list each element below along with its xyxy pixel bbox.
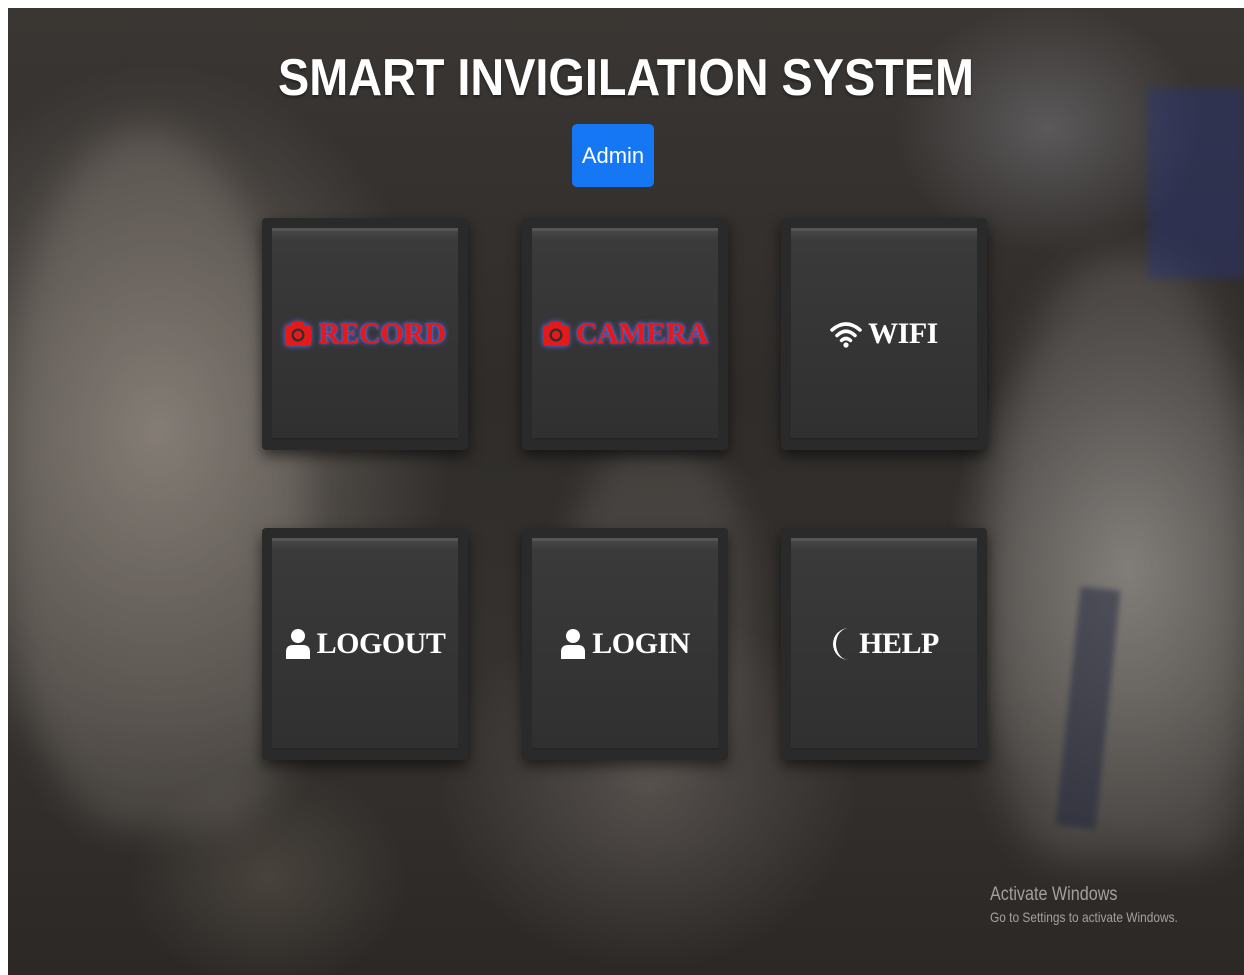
activate-windows-watermark: Activate Windows Go to Settings to activ… — [990, 884, 1211, 925]
wifi-tile[interactable]: WIFI — [781, 218, 987, 450]
tile-face: LOGOUT — [272, 538, 458, 750]
camera-label: CAMERA — [576, 317, 709, 350]
camera-tile[interactable]: CAMERA — [522, 218, 728, 450]
camera-icon — [542, 320, 570, 348]
background-photo-region — [1148, 88, 1244, 278]
help-tile[interactable]: HELP — [781, 528, 987, 760]
help-label-group: HELP — [829, 627, 939, 661]
admin-button[interactable]: Admin — [572, 124, 654, 187]
wifi-icon — [830, 320, 862, 348]
tile-face: CAMERA — [532, 228, 718, 440]
page-title: SMART INVIGILATION SYSTEM — [278, 49, 974, 107]
logout-tile[interactable]: LOGOUT — [262, 528, 468, 760]
login-tile[interactable]: LOGIN — [522, 528, 728, 760]
watermark-subtitle: Go to Settings to activate Windows. — [990, 909, 1178, 925]
dashboard-screen: SMART INVIGILATION SYSTEM Admin RECORD C… — [8, 8, 1244, 975]
wifi-label: WIFI — [868, 317, 938, 350]
tile-face: RECORD — [272, 228, 458, 440]
user-icon — [285, 628, 311, 660]
record-label-group: RECORD — [284, 317, 446, 351]
watermark-title: Activate Windows — [990, 884, 1118, 905]
login-label-group: LOGIN — [560, 627, 690, 661]
logout-label: LOGOUT — [316, 627, 446, 660]
background-photo-region — [988, 258, 1244, 858]
camera-label-group: CAMERA — [542, 317, 709, 351]
logout-label-group: LOGOUT — [285, 627, 446, 661]
record-label: RECORD — [318, 317, 446, 350]
wifi-label-group: WIFI — [830, 317, 938, 351]
tile-face: HELP — [791, 538, 977, 750]
help-label: HELP — [859, 627, 939, 660]
background-photo-region — [1055, 586, 1121, 830]
login-label: LOGIN — [592, 627, 690, 660]
camera-icon — [284, 320, 312, 348]
record-tile[interactable]: RECORD — [262, 218, 468, 450]
moon-icon — [829, 627, 853, 661]
tile-face: LOGIN — [532, 538, 718, 750]
tile-face: WIFI — [791, 228, 977, 440]
user-icon — [560, 628, 586, 660]
